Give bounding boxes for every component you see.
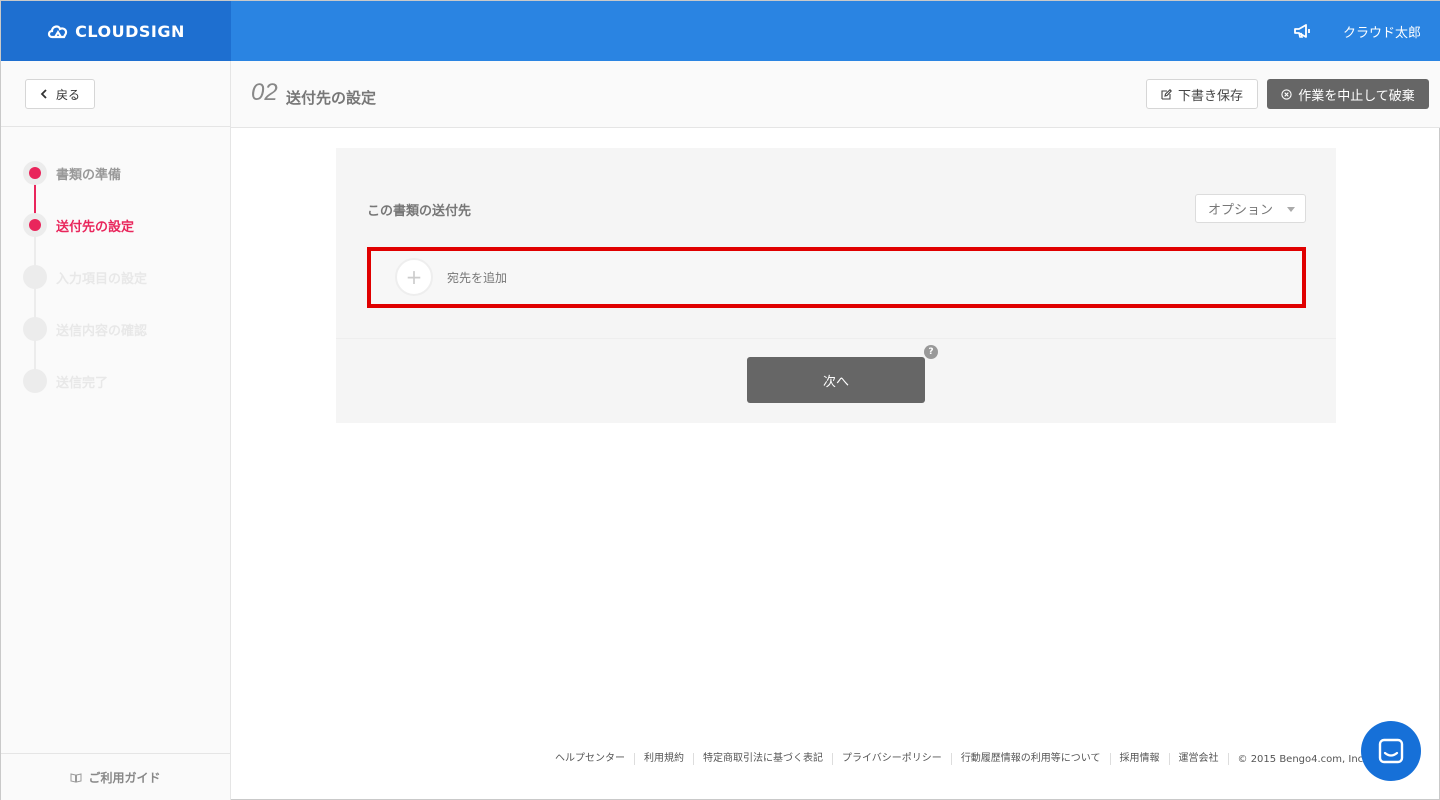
sidebar: 戻る 書類の準備 送付先の設定 入力項目の設定 送信内容の確認 送信完了 ご利用…	[1, 61, 231, 800]
step-label: 送信完了	[56, 375, 109, 391]
save-draft-label: 下書き保存	[1177, 88, 1243, 104]
step-label: 書類の準備	[56, 167, 122, 183]
option-dropdown-label: オプション	[1208, 203, 1274, 218]
next-button-label: 次へ	[822, 374, 849, 390]
top-header: CLOUDSIGN クラウド太郎	[1, 1, 1440, 61]
step-marker	[23, 265, 47, 289]
footer: ヘルプセンター 利用規約 特定商取引法に基づく表記 プライバシーポリシー 行動履…	[546, 752, 1366, 766]
book-icon	[70, 772, 82, 783]
user-area: クラウド太郎	[1293, 1, 1421, 61]
footer-link-behavior-data[interactable]: 行動履歴情報の利用等について	[952, 753, 1111, 765]
step-marker	[23, 213, 47, 237]
step-recipient-setup: 送付先の設定	[1, 199, 230, 251]
logo[interactable]: CLOUDSIGN	[1, 1, 231, 61]
caret-down-icon	[1287, 207, 1295, 212]
edit-icon	[1161, 88, 1172, 100]
step-complete: 送信完了	[1, 355, 230, 407]
step-marker	[23, 161, 47, 185]
footer-link-privacy[interactable]: プライバシーポリシー	[833, 753, 952, 765]
progress-steps: 書類の準備 送付先の設定 入力項目の設定 送信内容の確認 送信完了	[1, 127, 230, 407]
step-label: 入力項目の設定	[56, 271, 148, 287]
step-confirm: 送信内容の確認	[1, 303, 230, 355]
copyright: © 2015 Bengo4.com, Inc.	[1237, 753, 1367, 765]
step-label: 送信内容の確認	[56, 323, 148, 339]
step-input-fields: 入力項目の設定	[1, 251, 230, 303]
step-number: 02	[251, 79, 278, 106]
step-marker	[23, 369, 47, 393]
footer-link-company[interactable]: 運営会社	[1170, 753, 1229, 765]
footer-link-commerce-act[interactable]: 特定商取引法に基づく表記	[694, 753, 833, 765]
footer-link-help-center[interactable]: ヘルプセンター	[546, 753, 635, 765]
step-document-prep: 書類の準備	[1, 147, 230, 199]
panel-divider	[336, 338, 1336, 339]
help-icon[interactable]: ?	[924, 345, 938, 359]
add-recipient-row[interactable]: + 宛先を追加	[367, 247, 1306, 308]
recipient-panel: この書類の送付先 オプション + 宛先を追加 次へ ?	[336, 148, 1336, 423]
recipient-heading: この書類の送付先	[367, 204, 472, 219]
logo-text: CLOUDSIGN	[75, 21, 185, 41]
back-row: 戻る	[1, 61, 230, 127]
abort-discard-label: 作業を中止して破棄	[1298, 88, 1415, 104]
footer-link-careers[interactable]: 採用情報	[1111, 753, 1170, 765]
add-recipient-label: 宛先を追加	[447, 271, 508, 285]
chevron-left-icon	[40, 89, 47, 99]
back-button-label: 戻る	[55, 87, 80, 102]
back-button[interactable]: 戻る	[25, 79, 95, 109]
option-dropdown[interactable]: オプション	[1195, 194, 1306, 223]
usage-guide-label: ご利用ガイド	[88, 771, 161, 785]
user-name-menu[interactable]: クラウド太郎	[1343, 22, 1421, 41]
page-title: 送付先の設定	[286, 89, 377, 107]
step-marker	[23, 317, 47, 341]
megaphone-icon[interactable]	[1293, 22, 1313, 40]
save-draft-button[interactable]: 下書き保存	[1146, 79, 1258, 109]
next-button[interactable]: 次へ	[747, 357, 925, 403]
abort-discard-button[interactable]: 作業を中止して破棄	[1267, 79, 1429, 109]
chat-launcher-button[interactable]	[1361, 721, 1421, 781]
close-circle-icon	[1281, 88, 1292, 100]
usage-guide-link[interactable]: ご利用ガイド	[1, 753, 230, 800]
footer-link-terms[interactable]: 利用規約	[635, 753, 694, 765]
step-label: 送付先の設定	[56, 219, 135, 235]
chat-icon	[1378, 738, 1404, 764]
plus-icon[interactable]: +	[395, 258, 433, 296]
cloud-logo-icon	[48, 25, 68, 39]
page-titlebar: 02 送付先の設定 下書き保存 作業を中止して破棄	[231, 61, 1440, 128]
